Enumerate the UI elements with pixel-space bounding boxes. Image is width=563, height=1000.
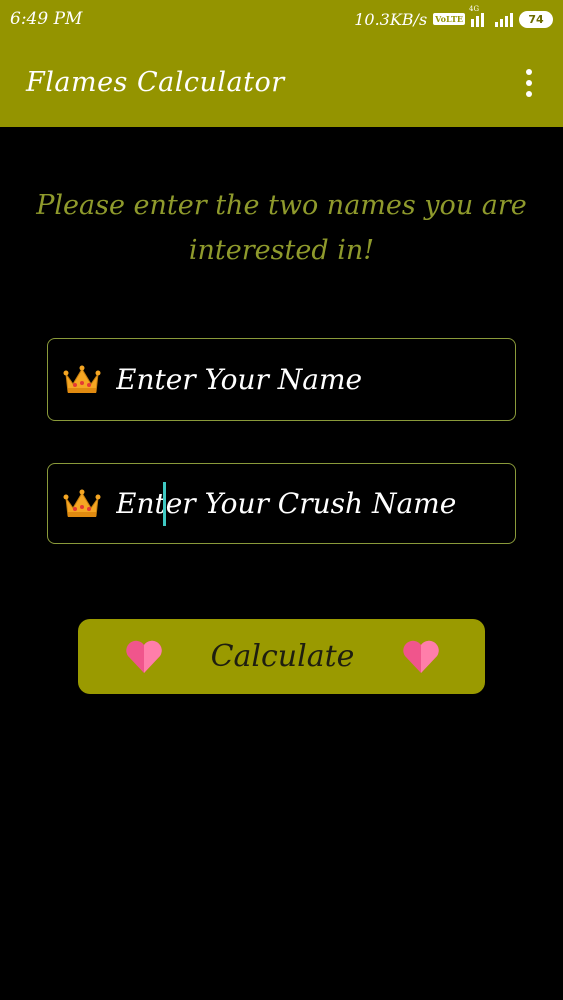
volte-badge: VoLTE (433, 13, 465, 25)
text-cursor (163, 482, 166, 526)
status-bar: 6:49 PM 10.3KB/s VoLTE 4G 74 (0, 0, 563, 38)
battery-icon: 74 (519, 10, 553, 28)
signal-icon: 4G (469, 5, 489, 27)
network-type: 4G (469, 5, 480, 13)
crush-name-field[interactable] (47, 463, 516, 544)
heart-icon (124, 639, 164, 675)
app-bar: Flames Calculator (0, 38, 563, 127)
app-title: Flames Calculator (26, 67, 285, 98)
instruction-text: Please enter the two names you are inter… (36, 190, 527, 266)
heart-icon (401, 639, 441, 675)
status-indicators: 10.3KB/s VoLTE 4G 74 (354, 5, 553, 29)
calculate-button[interactable]: Calculate (78, 619, 485, 694)
calculate-label: Calculate (210, 639, 355, 674)
name-field[interactable] (47, 338, 516, 421)
signal-icon-secondary (495, 11, 513, 27)
network-speed: 10.3KB/s (354, 9, 428, 29)
crown-icon (62, 486, 102, 522)
crown-icon (62, 362, 102, 398)
name-input[interactable] (102, 349, 515, 410)
status-time: 6:49 PM (10, 9, 83, 29)
more-vert-icon[interactable] (519, 63, 539, 103)
